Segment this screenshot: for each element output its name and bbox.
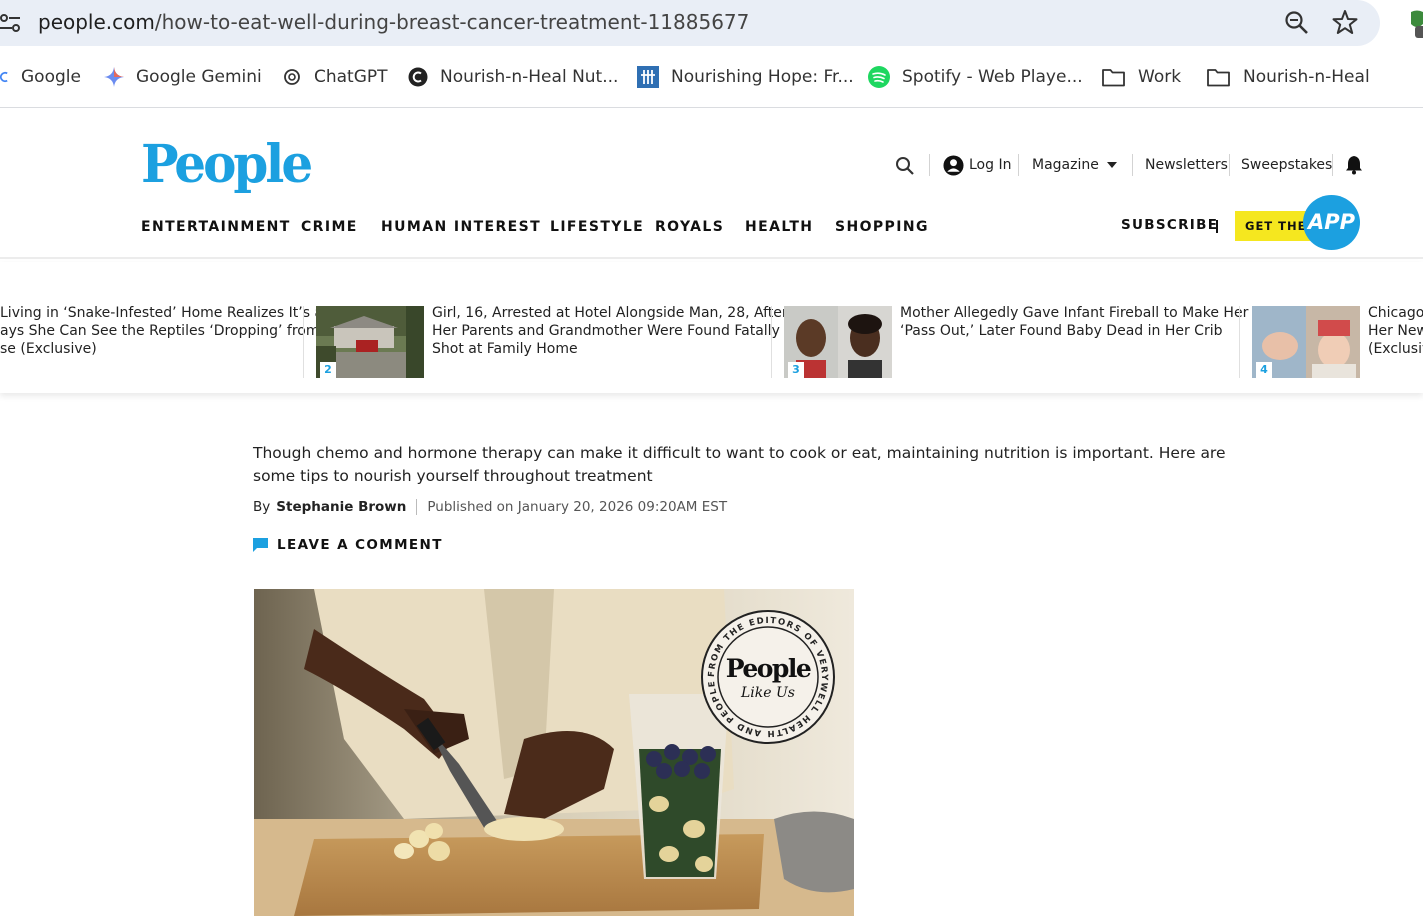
- leave-comment-button[interactable]: LEAVE A COMMENT: [253, 537, 443, 553]
- divider: [771, 306, 772, 378]
- folder-icon: [1207, 69, 1230, 87]
- leave-comment-label: LEAVE A COMMENT: [277, 537, 443, 553]
- bookmark-gemini[interactable]: Google Gemini: [104, 64, 262, 90]
- people-logo[interactable]: People: [141, 133, 313, 195]
- account-icon: [943, 154, 964, 176]
- trending-strip: Living in ‘Snake-Infested’ Home Realizes…: [0, 262, 1423, 393]
- comment-icon: [253, 538, 268, 552]
- bookmark-label: Nourish-n-Heal: [1243, 67, 1370, 87]
- trending-rank-badge: 2: [320, 362, 336, 378]
- chatgpt-icon: [284, 69, 300, 85]
- login-link[interactable]: Log In: [943, 152, 1011, 178]
- trending-item-1-title[interactable]: Living in ‘Snake-Infested’ Home Realizes…: [0, 304, 323, 358]
- divider: [416, 499, 418, 515]
- trending-item-4-thumbnail[interactable]: 4: [1252, 306, 1360, 378]
- newsletters-link[interactable]: Newsletters: [1145, 152, 1228, 178]
- nav-lifestyle[interactable]: LIFESTYLE: [550, 219, 644, 235]
- divider: [1229, 154, 1230, 176]
- bookmark-nourish-n-heal[interactable]: Nourish-n-Heal: [1206, 64, 1370, 90]
- google-icon: [0, 71, 8, 83]
- seal-logo: People: [726, 654, 811, 683]
- bookmark-label: Google Gemini: [136, 67, 262, 87]
- chrome-divider: [0, 107, 1423, 108]
- app-badge[interactable]: APP: [1303, 195, 1360, 250]
- bookmark-label: Nourishing Hope: Fr...: [671, 67, 854, 87]
- trending-item-3-thumbnail[interactable]: 3: [784, 306, 892, 378]
- bookmarks-bar: Google Google Gemini ChatGPT Nourish-n-H…: [0, 54, 1423, 100]
- hero-image: FROM THE EDITORS OF VERYWELL HEALTH AND …: [254, 589, 854, 916]
- byline: By Stephanie Brown Published on January …: [253, 499, 727, 515]
- spotify-icon: [868, 66, 890, 88]
- author-link[interactable]: Stephanie Brown: [276, 499, 406, 515]
- bookmark-label: Spotify - Web Playe...: [902, 67, 1083, 87]
- subscribe-link[interactable]: SUBSCRIBE: [1121, 217, 1218, 233]
- chevron-down-icon: [1106, 162, 1117, 168]
- magazine-label: Magazine: [1032, 157, 1099, 173]
- divider: [1216, 220, 1218, 233]
- people-figure-icon: [637, 66, 659, 88]
- newsletters-label: Newsletters: [1145, 157, 1228, 173]
- seal-subtitle: Like Us: [740, 685, 795, 701]
- sweepstakes-link[interactable]: Sweepstakes: [1241, 152, 1332, 178]
- extension-shield-icon[interactable]: [1407, 8, 1423, 38]
- c-logo-icon: [408, 67, 428, 87]
- nav-crime[interactable]: CRIME: [301, 219, 358, 235]
- search-icon[interactable]: [895, 156, 915, 176]
- bookmark-nourish-nut[interactable]: Nourish-n-Heal Nut...: [408, 64, 618, 90]
- article-dek: Though chemo and hormone therapy can mak…: [253, 444, 1226, 485]
- trending-item-2-thumbnail[interactable]: 2: [316, 306, 424, 378]
- divider: [1018, 154, 1019, 176]
- bookmark-label: ChatGPT: [314, 67, 388, 87]
- bookmark-label: Work: [1138, 67, 1182, 87]
- nav-royals[interactable]: ROYALS: [655, 219, 724, 235]
- bookmark-star-icon[interactable]: [1332, 9, 1358, 35]
- sweepstakes-label: Sweepstakes: [1241, 157, 1333, 173]
- byline-by: By: [253, 499, 271, 515]
- divider: [1332, 154, 1333, 176]
- nav-shopping[interactable]: SHOPPING: [835, 219, 929, 235]
- zoom-icon[interactable]: [1284, 10, 1310, 36]
- nav-entertainment[interactable]: ENTERTAINMENT: [141, 219, 291, 235]
- url-host: people.com: [38, 10, 155, 34]
- folder-icon: [1102, 69, 1125, 87]
- bookmark-work[interactable]: Work: [1101, 64, 1181, 90]
- bookmark-spotify[interactable]: Spotify - Web Playe...: [868, 64, 1083, 90]
- gemini-icon: [104, 67, 124, 87]
- smoothie-prep-photo: FROM THE EDITORS OF VERYWELL HEALTH AND …: [254, 589, 854, 916]
- trending-rank-badge: 4: [1256, 362, 1272, 378]
- bookmark-google[interactable]: Google: [0, 64, 81, 90]
- site-info-icon[interactable]: [0, 12, 22, 34]
- trending-item-4-title[interactable]: Chicago Her New (Exclusive: [1368, 304, 1423, 358]
- bookmark-nourishing-hope[interactable]: Nourishing Hope: Fr...: [637, 64, 854, 90]
- trending-rank-badge: 3: [788, 362, 804, 378]
- bookmark-chatgpt[interactable]: ChatGPT: [282, 64, 388, 90]
- header-divider: [0, 257, 1423, 259]
- trending-item-2-title[interactable]: Girl, 16, Arrested at Hotel Alongside Ma…: [432, 304, 788, 358]
- divider: [1132, 154, 1133, 176]
- login-label: Log In: [969, 157, 1012, 173]
- publish-date: Published on January 20, 2026 09:20AM ES…: [427, 499, 728, 515]
- get-the-label: GET THE: [1245, 219, 1307, 233]
- bookmark-label: Nourish-n-Heal Nut...: [440, 67, 619, 87]
- divider: [1239, 306, 1240, 378]
- url-text[interactable]: people.com/how-to-eat-well-during-breast…: [38, 10, 749, 34]
- trending-item-3-title[interactable]: Mother Allegedly Gave Infant Fireball to…: [900, 304, 1248, 340]
- nav-human-interest[interactable]: HUMAN INTEREST: [381, 219, 541, 235]
- url-path: /how-to-eat-well-during-breast-cancer-tr…: [154, 10, 750, 34]
- bookmark-label: Google: [21, 67, 81, 87]
- magazine-dropdown[interactable]: Magazine: [1032, 152, 1117, 178]
- nav-health[interactable]: HEALTH: [745, 219, 813, 235]
- divider: [303, 306, 304, 378]
- divider: [929, 154, 930, 176]
- bell-icon[interactable]: [1345, 155, 1363, 175]
